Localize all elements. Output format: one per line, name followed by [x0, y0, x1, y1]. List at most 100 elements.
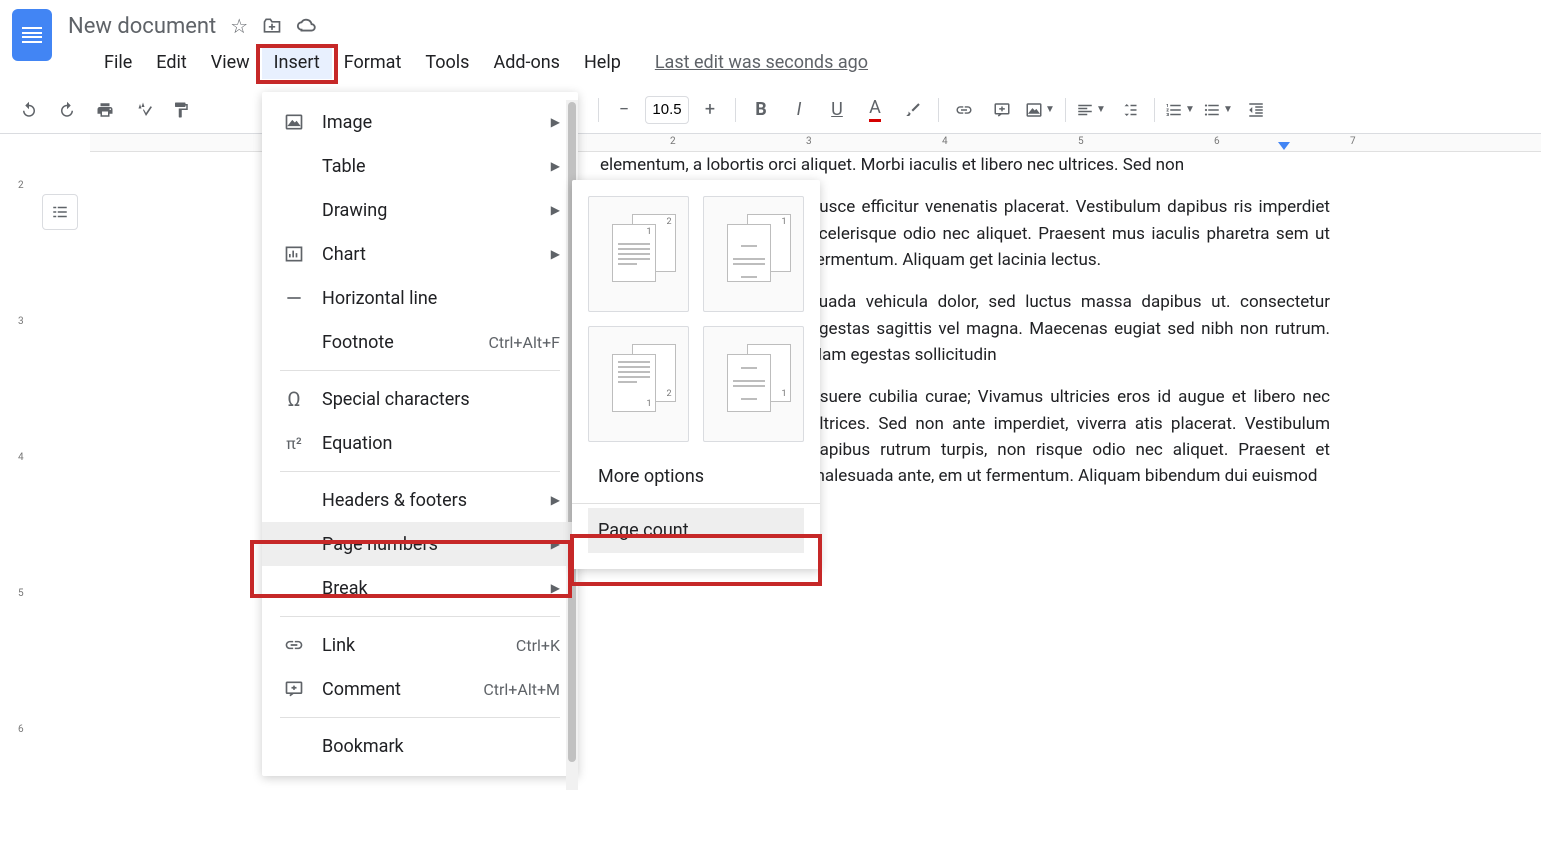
submenu-arrow-icon: ▶ [551, 493, 560, 507]
menu-format[interactable]: Format [332, 46, 414, 79]
insert-footnote[interactable]: FootnoteCtrl+Alt+F [262, 320, 578, 364]
highlight-button[interactable] [896, 93, 930, 127]
title-bar: New document ☆ [0, 0, 1541, 44]
insert-image-button[interactable]: ▼ [1023, 93, 1057, 127]
doc-text: elementum, a lobortis orci aliquet. Morb… [600, 152, 1330, 178]
font-size-input[interactable] [645, 96, 689, 124]
ruler-mark: 5 [1078, 136, 1084, 147]
insert-bookmark[interactable]: Bookmark [262, 724, 578, 768]
ruler-mark: 6 [1214, 136, 1220, 147]
insert-break[interactable]: Break▶ [262, 566, 578, 610]
underline-button[interactable]: U [820, 93, 854, 127]
shortcut-label: Ctrl+K [516, 636, 560, 655]
star-icon[interactable]: ☆ [230, 14, 248, 38]
page-number-option-header-all[interactable]: 2 1 [588, 196, 689, 312]
font-size-decrease[interactable]: − [607, 93, 641, 127]
insert-link[interactable]: LinkCtrl+K [262, 623, 578, 667]
blank-icon [280, 488, 308, 512]
bulleted-list-button[interactable]: ▼ [1201, 93, 1235, 127]
submenu-arrow-icon: ▶ [551, 115, 560, 129]
insert-dropdown: Image▶Table▶Drawing▶Chart▶Horizontal lin… [262, 92, 578, 776]
comment-icon [280, 677, 308, 701]
menu-insert[interactable]: Insert [262, 46, 332, 79]
menu-tools[interactable]: Tools [413, 46, 481, 79]
last-edit-link[interactable]: Last edit was seconds ago [655, 52, 868, 73]
menu-item-label: Footnote [322, 332, 488, 353]
menu-file[interactable]: File [92, 46, 144, 79]
menu-item-label: Equation [322, 433, 560, 454]
redo-button[interactable] [50, 93, 84, 127]
menu-item-label: Comment [322, 679, 483, 700]
hline-icon [280, 286, 308, 310]
undo-button[interactable] [12, 93, 46, 127]
menu-item-label: Break [322, 578, 551, 599]
page-count-item[interactable]: Page count [588, 508, 804, 553]
blank-icon [280, 330, 308, 354]
insert-chart[interactable]: Chart▶ [262, 232, 578, 276]
doc-text: osuere cubilia curae; Vivamus ultricies … [810, 384, 1330, 489]
chart-icon [280, 242, 308, 266]
link-icon [280, 633, 308, 657]
submenu-arrow-icon: ▶ [551, 159, 560, 173]
menu-item-label: Special characters [322, 389, 560, 410]
insert-image[interactable]: Image▶ [262, 100, 578, 144]
table-icon [280, 154, 308, 178]
page-number-option-footer-skip-first[interactable]: 1 [703, 326, 804, 442]
menu-edit[interactable]: Edit [144, 46, 198, 79]
menu-item-label: Image [322, 112, 551, 133]
menu-item-label: Chart [322, 244, 551, 265]
align-button[interactable]: ▼ [1074, 93, 1108, 127]
page-number-option-footer-all[interactable]: 2 1 [588, 326, 689, 442]
line-spacing-button[interactable] [1112, 93, 1146, 127]
italic-button[interactable]: I [782, 93, 816, 127]
document-title[interactable]: New document [68, 14, 216, 39]
omega-icon: Ω [280, 387, 308, 411]
doc-text: suada vehicula dolor, sed luctus massa d… [810, 289, 1330, 368]
insert-link-button[interactable] [947, 93, 981, 127]
insert-headers-footers[interactable]: Headers & footers▶ [262, 478, 578, 522]
insert-comment[interactable]: CommentCtrl+Alt+M [262, 667, 578, 711]
move-icon[interactable] [262, 16, 282, 36]
cloud-status-icon[interactable] [296, 15, 318, 37]
paint-format-button[interactable] [164, 93, 198, 127]
menu-help[interactable]: Help [572, 46, 633, 79]
vertical-ruler[interactable]: 2 3 4 5 6 [16, 152, 34, 852]
menu-addons[interactable]: Add-ons [481, 46, 572, 79]
insert-special-characters[interactable]: Ω Special characters [262, 377, 578, 421]
submenu-arrow-icon: ▶ [551, 203, 560, 217]
image-icon [280, 110, 308, 134]
docs-logo[interactable] [12, 9, 52, 61]
menu-item-label: Bookmark [322, 736, 560, 757]
page-numbers-submenu: 2 1 1 2 1 1 [572, 180, 820, 569]
submenu-arrow-icon: ▶ [551, 247, 560, 261]
right-indent-marker[interactable] [1278, 142, 1290, 150]
ruler-mark: 2 [670, 136, 676, 147]
insert-drawing[interactable]: Drawing▶ [262, 188, 578, 232]
insert-page-numbers[interactable]: Page numbers▶ [262, 522, 578, 566]
decrease-indent-button[interactable] [1239, 93, 1273, 127]
menu-bar: File Edit View Insert Format Tools Add-o… [0, 44, 1541, 80]
pi-icon: π² [280, 431, 308, 455]
numbered-list-button[interactable]: ▼ [1163, 93, 1197, 127]
submenu-arrow-icon: ▶ [551, 537, 560, 551]
insert-equation[interactable]: π² Equation [262, 421, 578, 465]
ruler-mark: 3 [806, 136, 812, 147]
insert-comment-button[interactable] [985, 93, 1019, 127]
insert-horizontal-line[interactable]: Horizontal line [262, 276, 578, 320]
text-color-button[interactable]: A [858, 93, 892, 127]
more-options-item[interactable]: More options [588, 454, 804, 499]
page-number-option-header-skip-first[interactable]: 1 [703, 196, 804, 312]
insert-table[interactable]: Table▶ [262, 144, 578, 188]
menu-item-label: Horizontal line [322, 288, 560, 309]
blank-icon [280, 576, 308, 600]
font-size-increase[interactable]: + [693, 93, 727, 127]
print-button[interactable] [88, 93, 122, 127]
drawing-icon [280, 198, 308, 222]
spellcheck-button[interactable] [126, 93, 160, 127]
outline-toggle-button[interactable] [42, 194, 78, 230]
bold-button[interactable]: B [744, 93, 778, 127]
shortcut-label: Ctrl+Alt+M [483, 680, 560, 699]
menu-view[interactable]: View [199, 46, 262, 79]
menu-item-label: Headers & footers [322, 490, 551, 511]
ruler-mark: 7 [1350, 136, 1356, 147]
